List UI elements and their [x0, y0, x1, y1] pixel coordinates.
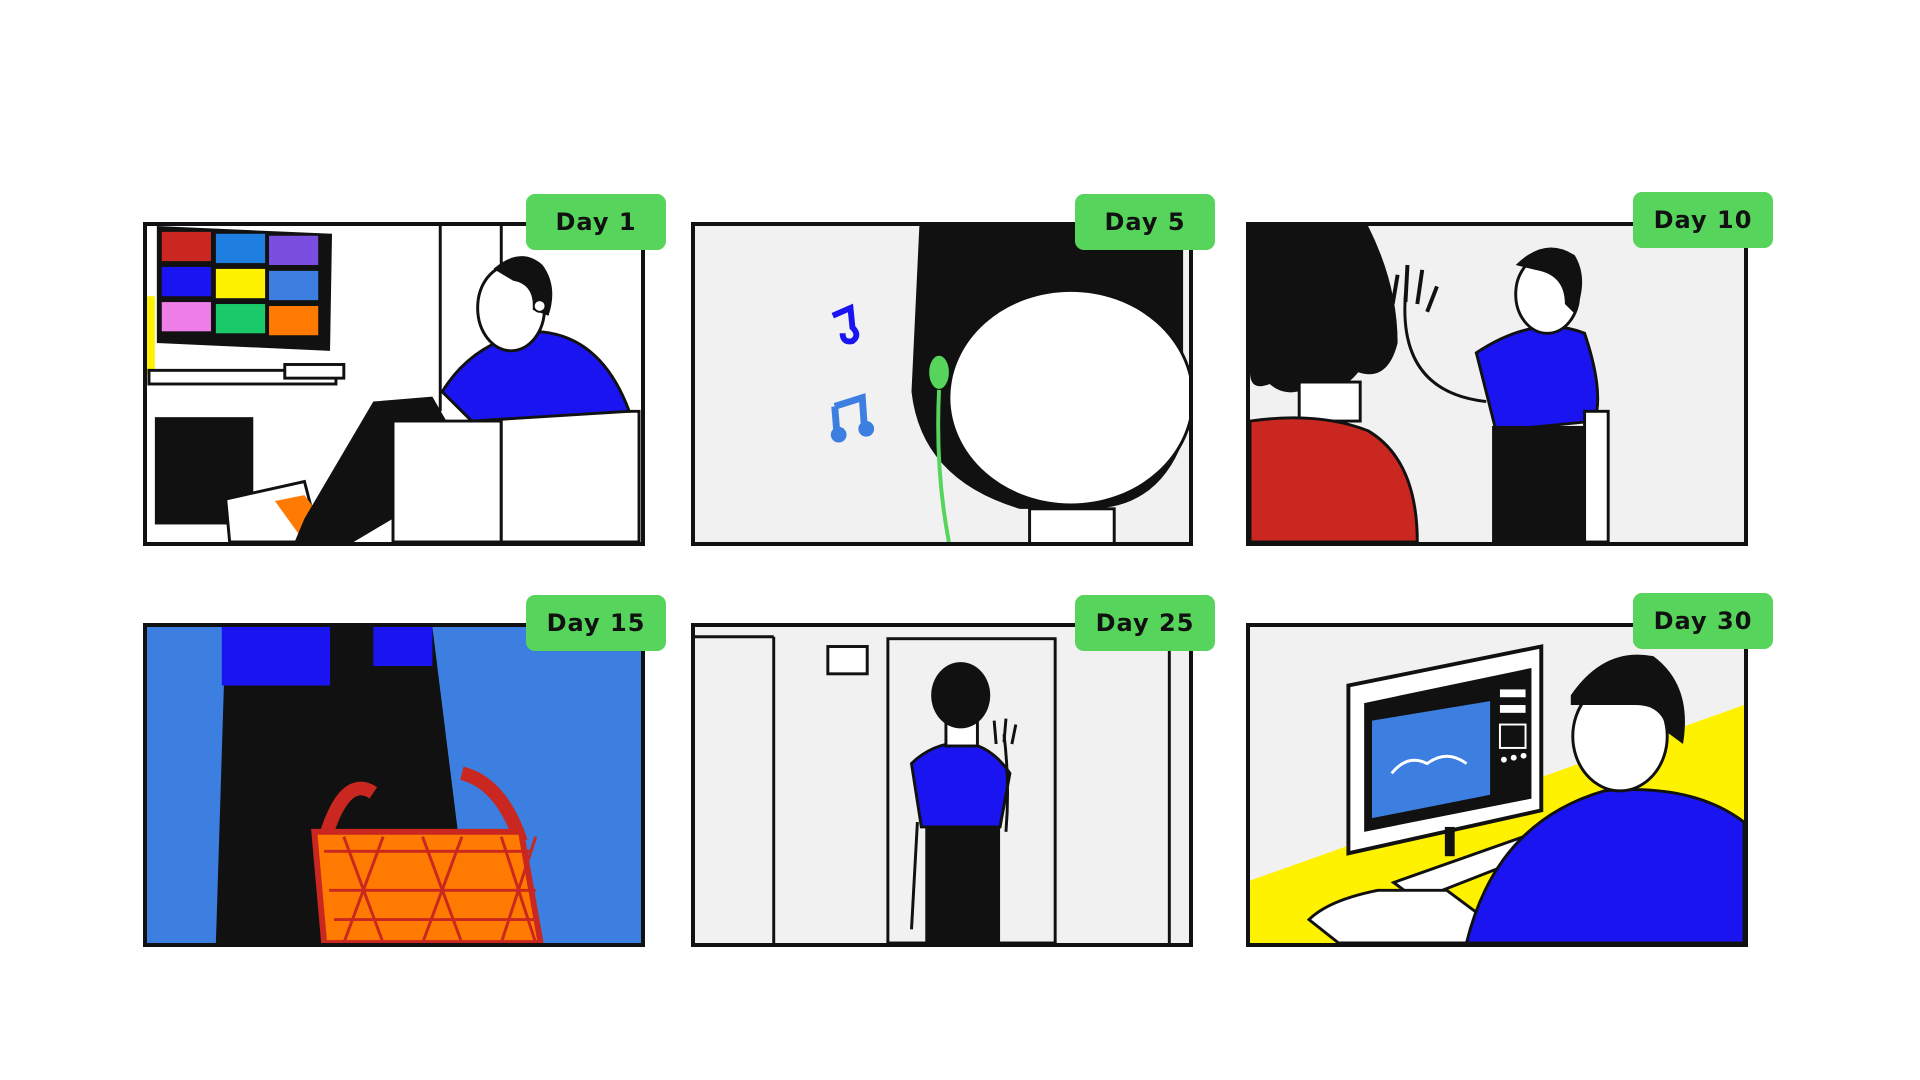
tv-icon — [156, 226, 333, 351]
day-tag-30: Day 30 — [1633, 593, 1773, 649]
panel-day-5 — [691, 222, 1193, 546]
page: { "panels": [ {"label": "Day 1"}, {"labe… — [0, 0, 1920, 1080]
panel-day-30 — [1246, 623, 1748, 947]
computer-desk-illustration — [1250, 627, 1744, 943]
doorway-illustration — [695, 627, 1189, 943]
tv-couch-illustration — [147, 226, 641, 542]
day-tag-5: Day 5 — [1075, 194, 1215, 250]
panel-day-1 — [143, 222, 645, 546]
panel-day-10 — [1246, 222, 1748, 546]
day-tag-25: Day 25 — [1075, 595, 1215, 651]
day-tag-10: Day 10 — [1633, 192, 1773, 248]
day-tag-15: Day 15 — [526, 595, 666, 651]
panel-day-25 — [691, 623, 1193, 947]
greeting-illustration — [1250, 226, 1744, 542]
shopping-basket-illustration — [147, 627, 641, 943]
panel-day-15 — [143, 623, 645, 947]
music-illustration — [695, 226, 1189, 542]
day-tag-1: Day 1 — [526, 194, 666, 250]
